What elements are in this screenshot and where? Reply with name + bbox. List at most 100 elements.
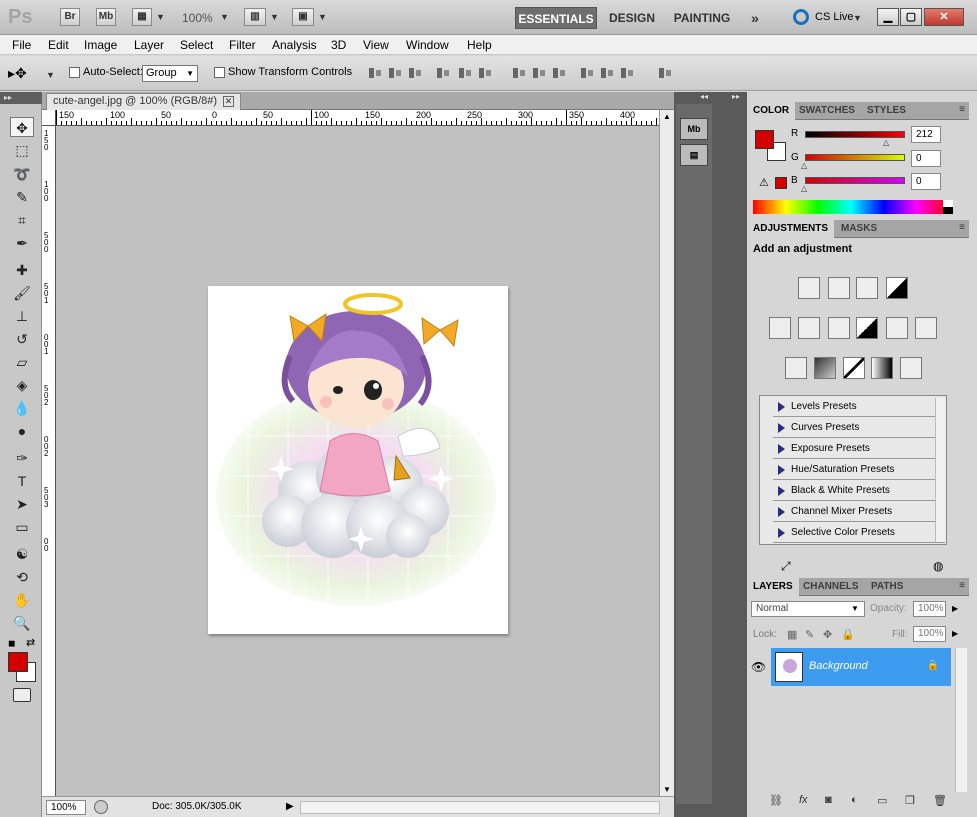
document-tab[interactable]: cute-angel.jpg @ 100% (RGB/8#) ✕	[46, 93, 242, 110]
preset-exposure[interactable]: Exposure Presets	[773, 438, 945, 459]
photo-filter-icon[interactable]	[886, 317, 908, 339]
color-ramp-bw[interactable]	[943, 200, 953, 214]
more-workspaces-button[interactable]: »	[744, 7, 766, 29]
tab-swatches[interactable]: SWATCHES	[793, 102, 861, 120]
marquee-tool-icon[interactable]: ⬚	[10, 140, 34, 160]
blur-tool-icon[interactable]: 💧	[10, 398, 34, 418]
add-mask-icon[interactable]: ◙	[825, 794, 832, 806]
scroll-down-icon[interactable]: ▼	[663, 785, 671, 794]
green-slider-thumb[interactable]: △	[801, 161, 807, 170]
show-transform-checkbox[interactable]	[214, 67, 225, 78]
auto-select-dropdown[interactable]: Group ▼	[142, 65, 198, 82]
menu-file[interactable]: File	[12, 38, 31, 52]
color-foreground-swatch[interactable]	[755, 130, 774, 149]
toolbox-collapse-icon[interactable]: ▸▸	[0, 92, 42, 104]
workspace-essentials[interactable]: ESSENTIALS	[515, 7, 597, 29]
preset-curves[interactable]: Curves Presets	[773, 417, 945, 438]
out-of-gamut-icon[interactable]: ⚠	[759, 176, 769, 189]
threshold-icon[interactable]	[843, 357, 865, 379]
gamut-color-swatch[interactable]	[775, 177, 787, 189]
dodge-tool-icon[interactable]: ●	[10, 421, 34, 441]
red-slider-thumb[interactable]: △	[883, 138, 889, 147]
document-image[interactable]	[208, 286, 508, 634]
preset-channel-mixer[interactable]: Channel Mixer Presets	[773, 501, 945, 522]
preset-hue-saturation[interactable]: Hue/Saturation Presets	[773, 459, 945, 480]
layers-panel-menu-icon[interactable]: ≡	[959, 580, 965, 591]
exposure-icon[interactable]	[886, 277, 908, 299]
new-group-icon[interactable]: ▭	[877, 794, 887, 807]
healing-brush-tool-icon[interactable]: ✚	[10, 260, 34, 280]
lock-all-icon[interactable]: 🔒	[841, 628, 855, 641]
lasso-tool-icon[interactable]: ➰	[10, 164, 34, 184]
cs-live-chevron-icon[interactable]: ▼	[853, 13, 862, 23]
move-tool-icon[interactable]: ✥	[10, 117, 34, 137]
distribute-hcenter-icon[interactable]	[600, 66, 614, 80]
tab-masks[interactable]: MASKS	[835, 220, 883, 238]
status-menu-arrow-icon[interactable]: ▶	[286, 801, 294, 812]
preset-selective-color[interactable]: Selective Color Presets	[773, 522, 945, 543]
3d-orbit-tool-icon[interactable]: ⟲	[10, 567, 34, 587]
layer-visibility-eye-icon[interactable]: 👁	[751, 660, 766, 674]
opacity-field[interactable]: 100%	[913, 601, 946, 617]
opacity-arrow-icon[interactable]: ▶	[952, 604, 958, 613]
brightness-contrast-icon[interactable]	[798, 277, 820, 299]
auto-select-checkbox[interactable]	[69, 67, 80, 78]
bridge-button[interactable]: Br	[60, 8, 80, 26]
distribute-right-icon[interactable]	[620, 66, 634, 80]
status-info-icon[interactable]	[94, 800, 108, 814]
distribute-left-icon[interactable]	[580, 66, 594, 80]
align-left-icon[interactable]	[436, 66, 450, 80]
blue-slider[interactable]	[805, 177, 905, 184]
default-colors-icon[interactable]: ◼	[8, 638, 15, 649]
cs-live-icon[interactable]	[793, 9, 809, 25]
mini-bridge-button[interactable]: Mb	[96, 8, 116, 26]
eraser-tool-icon[interactable]: ▱	[10, 352, 34, 372]
adjustments-panel-menu-icon[interactable]: ≡	[959, 222, 965, 233]
tab-color[interactable]: COLOR	[747, 102, 796, 120]
scroll-up-icon[interactable]: ▲	[663, 112, 671, 121]
delete-layer-icon[interactable]: 🗑	[933, 794, 947, 807]
color-balance-icon[interactable]	[828, 317, 850, 339]
tab-paths[interactable]: PATHS	[865, 578, 909, 596]
menu-view[interactable]: View	[363, 38, 389, 52]
distribute-top-icon[interactable]	[512, 66, 526, 80]
align-right-icon[interactable]	[478, 66, 492, 80]
distribute-vcenter-icon[interactable]	[532, 66, 546, 80]
menu-layer[interactable]: Layer	[134, 38, 164, 52]
history-panel-icon[interactable]: ▤	[680, 144, 708, 166]
3d-rotate-tool-icon[interactable]: ☯	[10, 544, 34, 564]
horizontal-ruler[interactable]: 150 100 50 0 50 100 150 200 250 300 350 400	[56, 110, 659, 126]
menu-edit[interactable]: Edit	[48, 38, 69, 52]
lock-transparent-icon[interactable]: ▦	[787, 628, 797, 641]
clip-mask-icon[interactable]: ◍	[933, 559, 943, 573]
tab-layers[interactable]: LAYERS	[747, 578, 799, 596]
hand-tool-icon[interactable]: ✋	[10, 590, 34, 610]
presets-scrollbar[interactable]	[935, 398, 945, 542]
auto-align-layers-icon[interactable]	[658, 66, 672, 80]
menu-image[interactable]: Image	[84, 38, 117, 52]
expand-view-icon[interactable]: ⤢	[781, 559, 791, 574]
zoom-chevron-icon[interactable]: ▼	[220, 12, 229, 22]
mini-bridge-panel-icon[interactable]: Mb	[680, 118, 708, 140]
green-value-field[interactable]: 0	[911, 150, 941, 167]
preset-levels[interactable]: Levels Presets	[773, 396, 945, 417]
minimize-button[interactable]: ▁	[877, 8, 899, 26]
type-tool-icon[interactable]: T	[10, 471, 34, 491]
link-layers-icon[interactable]: ⛓	[769, 794, 783, 807]
curves-icon[interactable]	[856, 277, 878, 299]
ruler-origin[interactable]	[42, 110, 56, 126]
canvas-horizontal-scrollbar[interactable]	[300, 801, 660, 814]
panels-collapse-icon[interactable]: ▸▸	[732, 92, 740, 102]
black-white-icon[interactable]	[856, 317, 878, 339]
align-bottom-icon[interactable]	[408, 66, 422, 80]
blend-mode-chevron-icon[interactable]: ▼	[851, 604, 859, 613]
close-button[interactable]: ✕	[924, 8, 964, 26]
eyedropper-tool-icon[interactable]: ✒	[10, 233, 34, 253]
zoom-level-select[interactable]: 100%	[182, 11, 213, 25]
tab-channels[interactable]: CHANNELS	[797, 578, 865, 596]
menu-analysis[interactable]: Analysis	[272, 38, 317, 52]
layer-row-background[interactable]: Background 🔒	[771, 648, 951, 686]
fill-field[interactable]: 100%	[913, 626, 946, 642]
canvas-area[interactable]	[56, 126, 659, 796]
layers-scrollbar[interactable]	[955, 648, 967, 792]
